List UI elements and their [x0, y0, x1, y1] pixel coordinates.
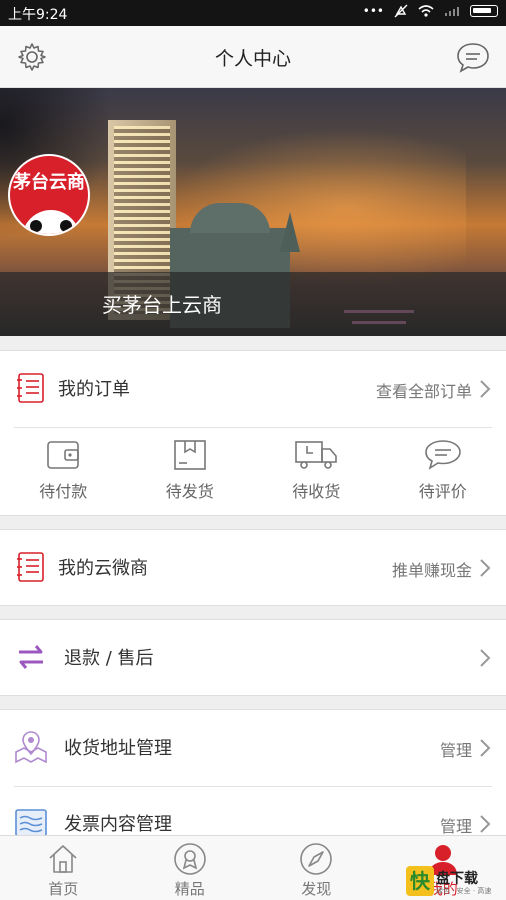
my-micro-store-row[interactable]: 我的云微商 推单赚现金: [0, 530, 506, 606]
address-label: 收货地址管理: [64, 738, 172, 759]
refund-label: 退款 / 售后: [64, 648, 154, 669]
address-row[interactable]: 收货地址管理 管理: [0, 710, 506, 786]
chevron-right-icon: [480, 815, 491, 833]
avatar[interactable]: 茅台云商: [8, 154, 90, 236]
chevron-right-icon: [480, 380, 491, 398]
tab-home[interactable]: 首页: [0, 836, 127, 900]
order-status-pending-payment[interactable]: 待付款: [0, 428, 127, 512]
order-list-icon: [17, 373, 44, 403]
signal-icon: [445, 7, 459, 16]
home-icon: [49, 845, 77, 873]
wallet-icon: [47, 441, 80, 469]
store-list-icon: [17, 552, 44, 582]
micro-store-label: 我的云微商: [58, 558, 148, 579]
package-icon: [173, 440, 206, 470]
store-name: 买茅台上云商: [102, 293, 222, 317]
my-orders-row[interactable]: 我的订单 查看全部订单: [0, 351, 506, 427]
exchange-arrows-icon: [19, 645, 43, 669]
site-watermark: 快 盘下载 绿色 · 安全 · 高速: [406, 866, 502, 898]
watermark-sub-text: 绿色 · 安全 · 高速: [436, 887, 492, 895]
address-manage-link[interactable]: 管理: [440, 737, 472, 761]
order-status-bar: 待付款 待发货 待收货 待评价: [0, 428, 506, 512]
page-title: 个人中心: [214, 48, 291, 70]
view-all-orders-link[interactable]: 查看全部订单: [376, 378, 472, 402]
tab-featured[interactable]: 精品: [127, 836, 254, 900]
my-orders-label: 我的订单: [58, 379, 130, 400]
message-icon[interactable]: [456, 41, 490, 73]
push-orders-link[interactable]: 推单赚现金: [392, 557, 472, 581]
award-icon: [173, 843, 206, 875]
status-time: 上午9:24: [8, 7, 68, 23]
refund-card: 退款 / 售后: [0, 619, 506, 696]
order-status-pending-receipt[interactable]: 待收货: [253, 428, 380, 512]
avatar-mascot: [22, 210, 80, 234]
pending-review-label: 待评价: [418, 482, 467, 501]
management-card: 收货地址管理 管理 发票内容管理 管理: [0, 709, 506, 849]
micro-store-card: 我的云微商 推单赚现金: [0, 529, 506, 606]
pending-shipment-label: 待发货: [165, 482, 214, 501]
banner-spire: [280, 212, 300, 252]
chevron-right-icon: [480, 739, 491, 757]
invoice-manage-link[interactable]: 管理: [440, 813, 472, 837]
watermark-main-text: 盘下载: [436, 871, 478, 887]
tab-home-label: 首页: [48, 880, 79, 898]
tab-discover-label: 发现: [301, 880, 332, 898]
truck-icon: [295, 441, 338, 469]
tab-discover[interactable]: 发现: [253, 836, 380, 900]
compass-icon: [300, 843, 333, 875]
avatar-logo-text: 茅台云商: [13, 172, 85, 193]
pending-receipt-label: 待收货: [292, 482, 341, 501]
wifi-icon: [418, 5, 434, 17]
watermark-badge: 快: [406, 866, 434, 896]
status-icons: •••: [363, 4, 498, 18]
mute-icon: [394, 4, 408, 18]
invoice-label: 发票内容管理: [64, 814, 172, 835]
header: 个人中心: [0, 26, 506, 88]
comment-icon: [424, 440, 461, 470]
battery-icon: [470, 5, 498, 17]
map-pin-icon: [15, 731, 47, 764]
more-dots-icon: •••: [362, 4, 384, 18]
refund-row[interactable]: 退款 / 售后: [0, 620, 506, 696]
pending-payment-label: 待付款: [39, 482, 88, 501]
banner-overlay: [0, 272, 506, 336]
order-status-pending-review[interactable]: 待评价: [380, 428, 506, 512]
status-bar: 上午9:24 •••: [0, 0, 506, 26]
chevron-right-icon: [480, 559, 491, 577]
order-status-pending-shipment[interactable]: 待发货: [127, 428, 254, 512]
chevron-right-icon: [480, 649, 491, 667]
tab-featured-label: 精品: [174, 880, 205, 898]
